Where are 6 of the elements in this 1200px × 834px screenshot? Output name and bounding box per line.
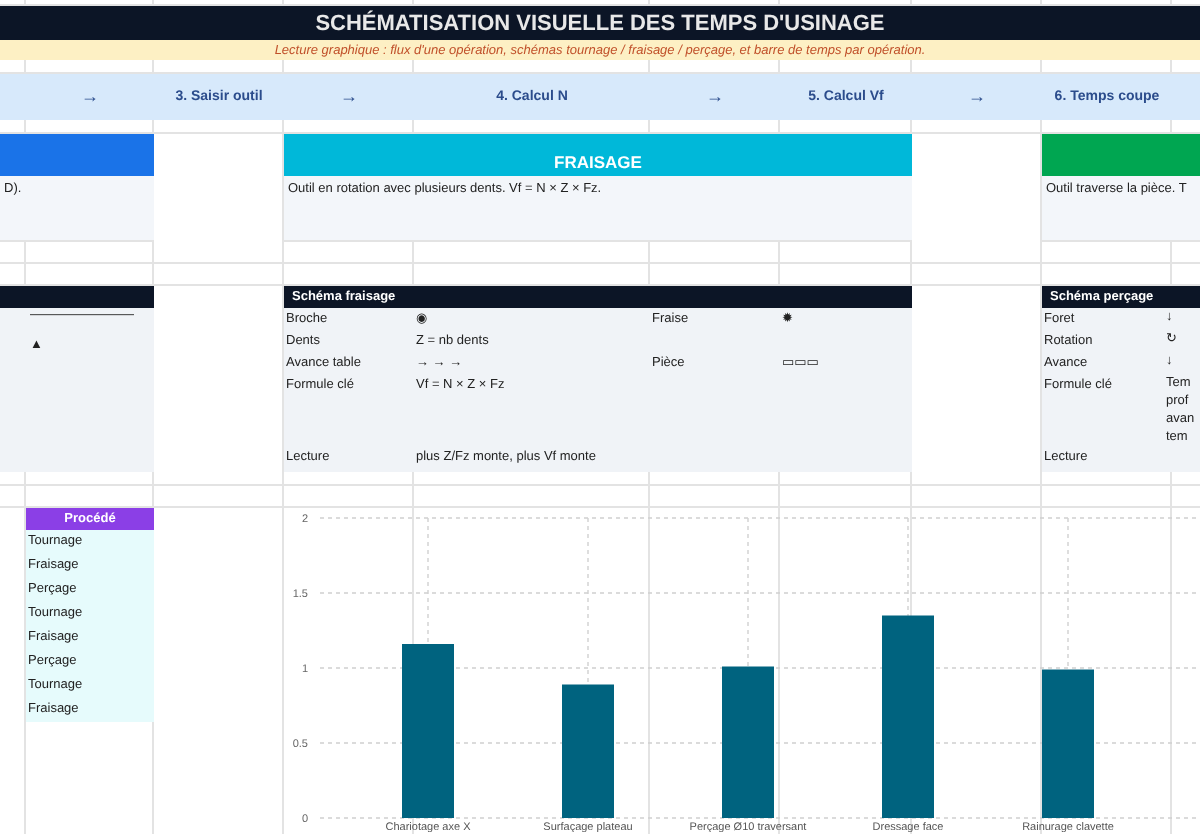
sheet-title: SCHÉMATISATION VISUELLE DES TEMPS D'USINAGE (315, 11, 885, 35)
arrow-icon: → (81, 88, 99, 106)
arrow-icon: → (340, 88, 358, 106)
arrow-icon: → (968, 88, 986, 106)
arrow-icon: → (706, 88, 724, 106)
section-title: FRAISAGE (554, 152, 642, 172)
